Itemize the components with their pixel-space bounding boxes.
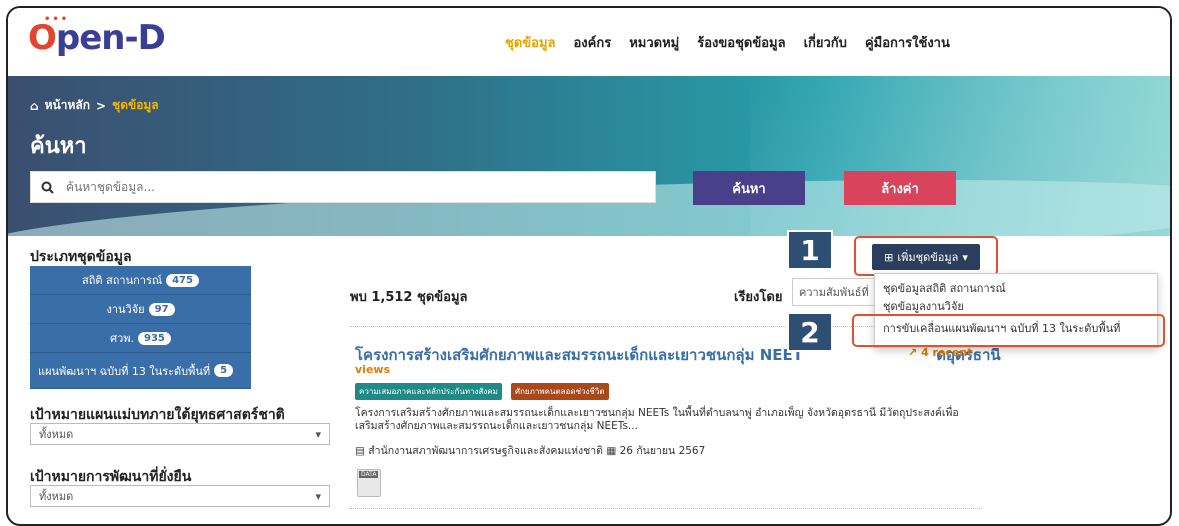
results-count: พบ 1,512 ชุดข้อมูล	[350, 290, 468, 305]
nav-request-dataset[interactable]: ร้องขอชุดข้อมูล	[697, 32, 785, 53]
chevron-down-icon: ▾	[315, 489, 321, 503]
views-label: views	[355, 363, 391, 376]
clear-button[interactable]: ล้างค่า	[844, 171, 956, 205]
category-statistics[interactable]: สถิติ สถานการณ์ 475	[30, 266, 251, 295]
step-marker-1: 1	[787, 230, 833, 270]
nav-organizations[interactable]: องค์กร	[574, 32, 612, 53]
search-button[interactable]: ค้นหา	[693, 171, 805, 205]
category-list: สถิติ สถานการณ์ 475 งานวิจัย 97 ศวพ. 935…	[30, 266, 251, 389]
building-icon: ▤	[355, 445, 365, 457]
count-badge: 5	[214, 364, 234, 377]
dataset-type-heading: ประเภทชุดข้อมูล	[30, 249, 132, 265]
count-badge: 97	[148, 302, 175, 316]
search-box	[30, 171, 656, 203]
tag-lifelong-potential[interactable]: ศักยภาพคนตลอดช่วงชีวิต	[511, 383, 609, 400]
open-d-logo[interactable]: ••• Open-D	[28, 14, 166, 58]
count-badge: 935	[138, 331, 171, 345]
data-file-icon[interactable]: DATA	[357, 469, 381, 497]
step-marker-2: 2	[787, 312, 833, 352]
dataset-date: 26 กันยายน 2567	[619, 445, 706, 457]
dataset-org[interactable]: สำนักงานสภาพัฒนาการเศรษฐกิจและสังคมแห่งช…	[368, 445, 603, 457]
category-swp[interactable]: ศวพ. 935	[30, 324, 251, 353]
search-icon	[41, 181, 54, 194]
browser-frame: ••• Open-D ชุดข้อมูล องค์กร หมวดหมู่ ร้อ…	[6, 6, 1172, 526]
top-navbar: ••• Open-D ชุดข้อมูล องค์กร หมวดหมู่ ร้อ…	[8, 8, 1170, 76]
divider	[350, 508, 980, 509]
chevron-down-icon: ▾	[315, 427, 321, 441]
menu-item-research[interactable]: ชุดข้อมูลงานวิจัย	[875, 297, 1157, 315]
sort-select[interactable]: ความสัมพันธ์ที่	[792, 278, 882, 306]
nav-manual[interactable]: คู่มือการใช้งาน	[865, 32, 950, 53]
count-badge: 475	[166, 273, 199, 287]
logo-dots-icon: •••	[44, 14, 70, 25]
page-title: ค้นหา	[30, 134, 87, 159]
breadcrumb-current: ชุดข้อมูล	[112, 98, 159, 112]
dataset-meta: ▤ สำนักงานสภาพัฒนาการเศรษฐกิจและสังคมแห่…	[355, 442, 705, 459]
main-nav: ชุดข้อมูล องค์กร หมวดหมู่ ร้องขอชุดข้อมู…	[505, 32, 950, 53]
breadcrumb: ⌂ หน้าหลัก > ชุดข้อมูล	[30, 96, 159, 115]
breadcrumb-home[interactable]: หน้าหลัก	[45, 96, 90, 115]
nav-datasets[interactable]: ชุดข้อมูล	[505, 32, 556, 53]
hero-banner: ⌂ หน้าหลัก > ชุดข้อมูล ค้นหา ค้นหา ล้างค…	[8, 76, 1170, 236]
masterplan-filter-select[interactable]: ทั้งหมด ▾	[30, 423, 330, 445]
search-input[interactable]	[66, 180, 626, 194]
nav-about[interactable]: เกี่ยวกับ	[804, 32, 847, 53]
sort-label: เรียงโดย	[734, 290, 783, 305]
calendar-icon: ▦	[606, 445, 617, 457]
dataset-description: โครงการเสริมสร้างศักยภาพและสมรรถนะเด็กแล…	[355, 407, 959, 432]
nav-categories[interactable]: หมวดหมู่	[629, 32, 679, 53]
category-research[interactable]: งานวิจัย 97	[30, 295, 251, 324]
highlight-box-2	[852, 314, 1165, 347]
highlight-box-1	[854, 236, 998, 276]
menu-item-statistics[interactable]: ชุดข้อมูลสถิติ สถานการณ์	[875, 279, 1157, 297]
home-icon: ⌂	[30, 98, 39, 113]
breadcrumb-separator: >	[95, 98, 107, 113]
category-plan13[interactable]: แผนพัฒนาฯ ฉบับที่ 13 ในระดับพื้นที่ 5	[30, 353, 251, 389]
tag-equality[interactable]: ความเสมอภาคและหลักประกันทางสังคม	[355, 383, 502, 400]
sdg-filter-select[interactable]: ทั้งหมด ▾	[30, 485, 330, 507]
